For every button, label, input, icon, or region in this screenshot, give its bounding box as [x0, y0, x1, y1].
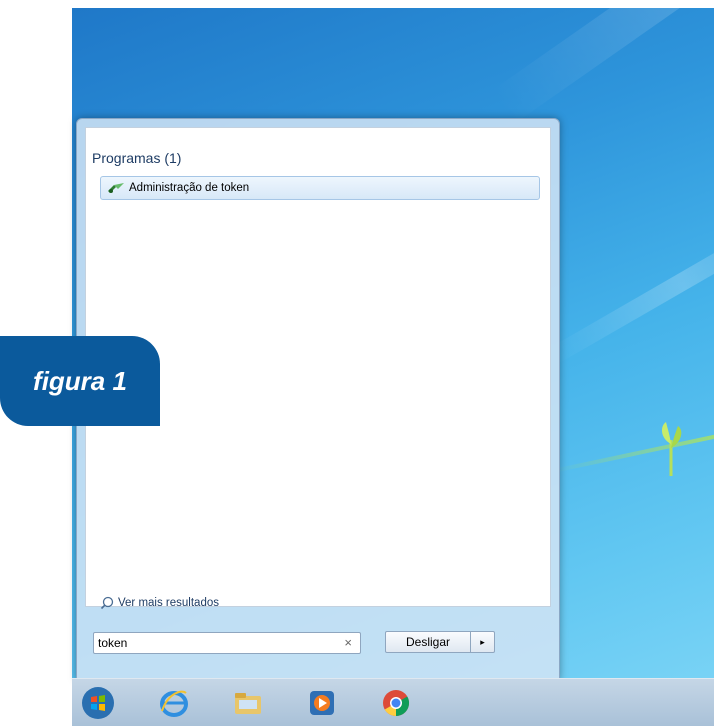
media-player-icon[interactable]: [304, 685, 340, 721]
windows-logo-icon: [80, 685, 116, 721]
search-input[interactable]: [98, 635, 328, 651]
start-orb[interactable]: [80, 685, 116, 721]
taskbar: [72, 678, 714, 726]
programs-section-title: Programas (1): [92, 150, 181, 166]
see-more-results-link[interactable]: Ver mais resultados: [100, 596, 219, 610]
see-more-results-label: Ver mais resultados: [118, 597, 219, 609]
shutdown-button[interactable]: Desligar: [385, 631, 471, 653]
token-admin-icon: [107, 181, 125, 195]
result-item-label: Administração de token: [129, 182, 249, 194]
wallpaper-light-streak: [548, 199, 714, 365]
shutdown-options-arrow-icon[interactable]: ▸: [471, 631, 495, 653]
search-icon: [100, 596, 114, 610]
figure-caption-badge: figura 1: [0, 336, 160, 426]
wallpaper-sprout-icon: [656, 418, 686, 478]
internet-explorer-icon[interactable]: [156, 685, 192, 721]
wallpaper-light-streak: [491, 8, 714, 124]
clear-search-icon[interactable]: ×: [344, 635, 352, 650]
shutdown-control: Desligar ▸: [385, 631, 495, 653]
search-field[interactable]: ×: [93, 632, 361, 654]
wallpaper-stem: [554, 427, 714, 472]
figure-caption-text: figura 1: [33, 366, 127, 397]
chrome-icon[interactable]: [378, 685, 414, 721]
result-item-token-admin[interactable]: Administração de token: [100, 176, 540, 200]
file-explorer-icon[interactable]: [230, 685, 266, 721]
